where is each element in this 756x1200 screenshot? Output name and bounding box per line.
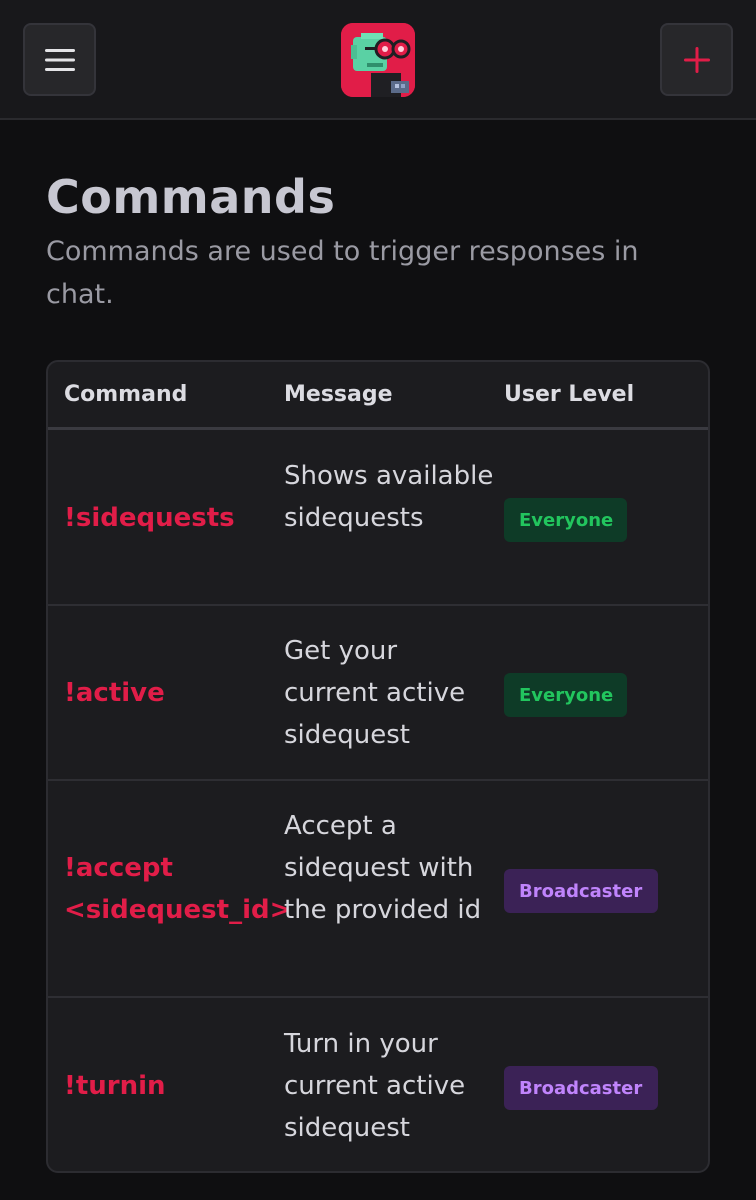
column-header-command: Command — [64, 382, 188, 407]
command-name: !sidequests — [64, 503, 235, 533]
pixel-avatar-logo — [341, 23, 415, 97]
app-logo[interactable] — [341, 23, 415, 97]
table-row[interactable]: !turnin Turn in your current active side… — [48, 998, 708, 1171]
user-level-badge: Broadcaster — [504, 1066, 658, 1110]
table-row[interactable]: !accept <sidequest_id> Accept a sideques… — [48, 781, 708, 998]
plus-icon — [683, 46, 710, 73]
user-level-badge: Everyone — [504, 498, 627, 542]
commands-table: Command Message User Level !sidequests S… — [46, 360, 710, 1173]
command-name: !turnin — [64, 1071, 166, 1101]
column-header-user-level: User Level — [504, 382, 635, 407]
command-message: Accept a sidequest with the provided id — [284, 811, 482, 925]
command-message: Get your current active sidequest — [284, 636, 466, 750]
table-row[interactable]: !sidequests Shows available sidequests E… — [48, 430, 708, 606]
user-level-badge: Broadcaster — [504, 869, 658, 913]
column-header-message: Message — [284, 382, 393, 407]
user-level-badge: Everyone — [504, 673, 627, 717]
table-header: Command Message User Level — [48, 362, 708, 430]
table-row[interactable]: !active Get your current active sideques… — [48, 606, 708, 781]
hamburger-menu-icon — [44, 48, 75, 71]
command-name: !accept <sidequest_id> — [64, 853, 292, 925]
command-name: !active — [64, 678, 165, 708]
page-subtitle: Commands are used to trigger responses i… — [46, 236, 639, 310]
top-navbar — [0, 0, 756, 120]
command-message: Shows available sidequests — [284, 461, 494, 533]
menu-button[interactable] — [23, 23, 96, 96]
page-title: Commands — [46, 170, 336, 224]
command-message: Turn in your current active sidequest — [284, 1029, 466, 1143]
add-command-button[interactable] — [660, 23, 733, 96]
